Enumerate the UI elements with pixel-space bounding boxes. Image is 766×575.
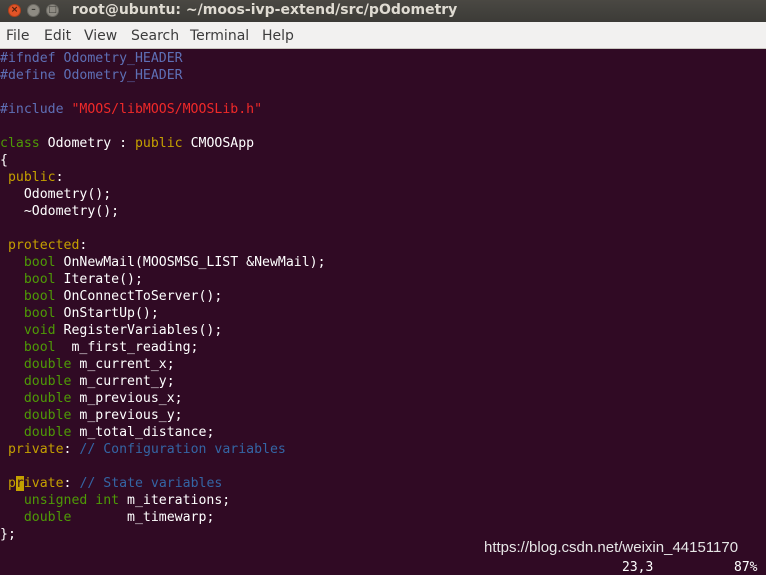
- window-titlebar[interactable]: × – □ root@ubuntu: ~/moos-ivp-extend/src…: [0, 0, 766, 22]
- code-line: double m_timewarp;: [0, 510, 215, 525]
- text-cursor: r: [15, 476, 24, 491]
- code-line: double m_total_distance;: [0, 425, 215, 440]
- code-line: };: [0, 527, 16, 542]
- code-line: bool OnConnectToServer();: [0, 289, 223, 304]
- code-line: bool m_first_reading;: [0, 340, 199, 355]
- maximize-window-button[interactable]: □: [46, 4, 59, 17]
- code-line: protected:: [0, 238, 88, 253]
- code-line: {: [0, 153, 8, 168]
- code-line: private: // Configuration variables: [0, 442, 286, 457]
- code-line: #define Odometry_HEADER: [0, 68, 183, 83]
- menu-terminal[interactable]: Terminal: [190, 28, 249, 44]
- code-line: Odometry();: [0, 187, 112, 202]
- code-line: double m_previous_x;: [0, 391, 183, 406]
- code-line: unsigned int m_iterations;: [0, 493, 231, 508]
- terminal-editor[interactable]: #ifndef Odometry_HEADER #define Odometry…: [0, 49, 766, 567]
- menu-search[interactable]: Search: [131, 28, 179, 44]
- code-line: #ifndef Odometry_HEADER: [0, 51, 183, 66]
- code-line: public:: [0, 170, 64, 185]
- code-line: double m_current_y;: [0, 374, 175, 389]
- code-line: bool OnStartUp();: [0, 306, 159, 321]
- cursor-position: 23,3: [622, 560, 654, 575]
- scroll-percent: 87%: [734, 560, 758, 575]
- menu-view[interactable]: View: [84, 28, 117, 44]
- minimize-window-button[interactable]: –: [27, 4, 40, 17]
- menu-file[interactable]: File: [6, 28, 29, 44]
- watermark: https://blog.csdn.net/weixin_44151170: [484, 539, 739, 556]
- menu-bar: File Edit View Search Terminal Help: [0, 22, 766, 49]
- code-line: private: // State variables: [0, 476, 223, 491]
- close-window-button[interactable]: ×: [8, 4, 21, 17]
- code-line: class Odometry : public CMOOSApp: [0, 136, 255, 151]
- code-line: double m_previous_y;: [0, 408, 183, 423]
- code-line: ~Odometry();: [0, 204, 120, 219]
- menu-edit[interactable]: Edit: [44, 28, 71, 44]
- window-title: root@ubuntu: ~/moos-ivp-extend/src/pOdom…: [72, 2, 458, 18]
- code-line: bool Iterate();: [0, 272, 143, 287]
- code-line: void RegisterVariables();: [0, 323, 223, 338]
- code-line: #include "MOOS/libMOOS/MOOSLib.h": [0, 102, 263, 117]
- code-line: bool OnNewMail(MOOSMSG_LIST &NewMail);: [0, 255, 326, 270]
- code-line: double m_current_x;: [0, 357, 175, 372]
- menu-help[interactable]: Help: [262, 28, 294, 44]
